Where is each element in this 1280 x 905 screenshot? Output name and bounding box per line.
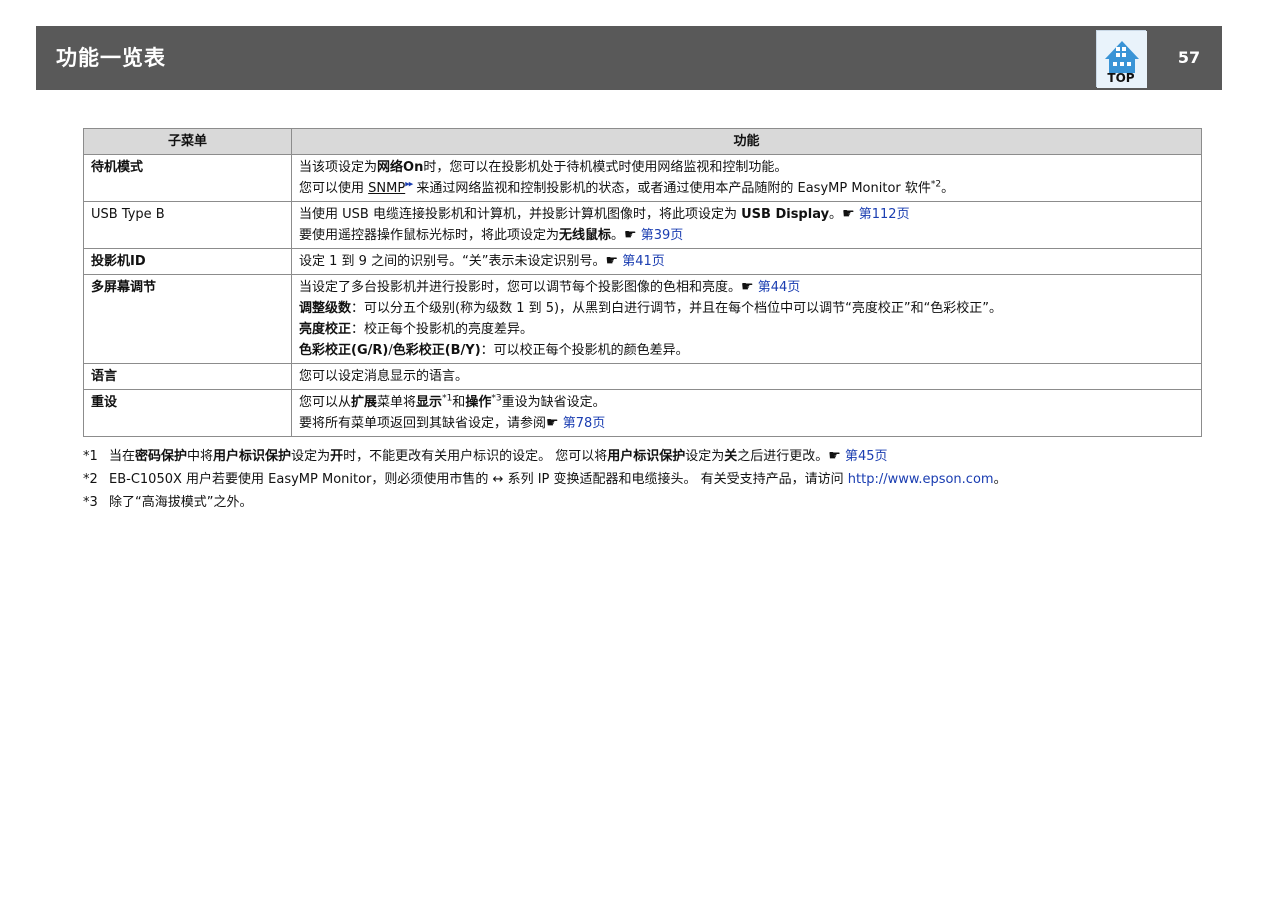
function-multiscreen: 当设定了多台投影机并进行投影时，您可以调节每个投影图像的色相和亮度。☛ 第44页… — [291, 274, 1202, 364]
setting-usb-display: USB Display — [741, 207, 830, 222]
header-submenu: 子菜单 — [83, 128, 292, 155]
pointing-hand-icon: ☛ — [624, 227, 637, 243]
table-row: 重设 您可以从扩展菜单将显示*1和操作*3重设为缺省设定。 要将所有菜单项返回到… — [83, 389, 1202, 437]
snmp-glossary-link[interactable]: SNMP — [368, 181, 405, 196]
setting-network-on: 网络On — [377, 160, 424, 175]
menu-display: 显示 — [416, 395, 443, 410]
page-link[interactable]: 第45页 — [845, 449, 888, 464]
function-table: 子菜单 功能 待机模式 当该项设定为网络On时，您可以在投影机处于待机模式时使用… — [83, 128, 1202, 437]
table-row: 投影机ID 设定 1 到 9 之间的识别号。“关”表示未设定识别号。☛ 第41页 — [83, 248, 1202, 275]
submenu-multiscreen: 多屏幕调节 — [83, 274, 292, 364]
term-adjust-level: 调整级数 — [299, 301, 352, 316]
submenu-projector-id: 投影机ID — [83, 248, 292, 275]
submenu-reset: 重设 — [83, 389, 292, 437]
menu-operation: 操作 — [465, 395, 492, 410]
function-reset: 您可以从扩展菜单将显示*1和操作*3重设为缺省设定。 要将所有菜单项返回到其缺省… — [291, 389, 1202, 437]
footnote-mark: *1 — [83, 449, 98, 464]
footnote-3: *3 除了“高海拔模式”之外。 — [83, 491, 1213, 514]
footnote-ref: *2 — [930, 179, 942, 190]
top-button-label: TOP — [1107, 71, 1135, 85]
setting-wireless-mouse: 无线鼠标 — [559, 228, 612, 243]
term-brightness-correction: 亮度校正 — [299, 322, 352, 337]
epson-url-link[interactable]: http://www.epson.com — [848, 472, 994, 487]
page-link[interactable]: 第78页 — [563, 416, 606, 431]
pointing-hand-icon: ☛ — [741, 279, 754, 295]
footnote-ref: *1 — [442, 393, 453, 404]
table-header-row: 子菜单 功能 — [83, 128, 1202, 155]
pointing-hand-icon: ☛ — [842, 206, 855, 222]
page-number: 57 — [1177, 48, 1201, 67]
table-row: 待机模式 当该项设定为网络On时，您可以在投影机处于待机模式时使用网络监视和控制… — [83, 154, 1202, 202]
function-language: 您可以设定消息显示的语言。 — [291, 363, 1202, 390]
term-color-correction-by: 色彩校正(B/Y) — [392, 343, 481, 358]
page-link[interactable]: 第41页 — [622, 254, 665, 269]
page-header: 功能一览表 TOP 57 — [36, 26, 1222, 90]
pointing-hand-icon: ☛ — [605, 253, 619, 269]
footnotes: *1 当在密码保护中将用户标识保护设定为开时，不能更改有关用户标识的设定。 您可以… — [83, 445, 1213, 514]
table-row: USB Type B 当使用 USB 电缆连接投影机和计算机，并投影计算机图像时… — [83, 201, 1202, 249]
top-button[interactable]: TOP — [1096, 30, 1147, 88]
pointing-hand-icon: ☛ — [546, 415, 559, 431]
page-link[interactable]: 第44页 — [758, 280, 801, 295]
footnote-mark: *2 — [83, 472, 98, 487]
pointing-hand-icon: ☛ — [828, 448, 841, 464]
function-usb-type-b: 当使用 USB 电缆连接投影机和计算机，并投影计算机图像时，将此项设定为 USB… — [291, 201, 1202, 249]
table-row: 多屏幕调节 当设定了多台投影机并进行投影时，您可以调节每个投影图像的色相和亮度。… — [83, 274, 1202, 364]
footnote-mark: *3 — [83, 495, 98, 510]
submenu-usb-type-b: USB Type B — [83, 201, 292, 249]
header-function: 功能 — [291, 128, 1202, 155]
footnote-2: *2 EB-C1050X 用户若要使用 EasyMP Monitor，则必须使用市… — [83, 468, 1213, 491]
menu-extended: 扩展 — [351, 395, 378, 410]
submenu-language: 语言 — [83, 363, 292, 390]
submenu-standby: 待机模式 — [83, 154, 292, 202]
table-row: 语言 您可以设定消息显示的语言。 — [83, 363, 1202, 390]
function-standby: 当该项设定为网络On时，您可以在投影机处于待机模式时使用网络监视和控制功能。 您… — [291, 154, 1202, 202]
term-color-correction-gr: 色彩校正(G/R) — [299, 343, 389, 358]
footnote-1: *1 当在密码保护中将用户标识保护设定为开时，不能更改有关用户标识的设定。 您可以… — [83, 445, 1213, 468]
page-link[interactable]: 第112页 — [859, 207, 910, 222]
page-title: 功能一览表 — [56, 46, 166, 70]
page-link[interactable]: 第39页 — [641, 228, 684, 243]
footnote-ref: *3 — [491, 393, 502, 404]
double-arrow-icon: ↔ — [492, 472, 504, 487]
function-projector-id: 设定 1 到 9 之间的识别号。“关”表示未设定识别号。☛ 第41页 — [291, 248, 1202, 275]
